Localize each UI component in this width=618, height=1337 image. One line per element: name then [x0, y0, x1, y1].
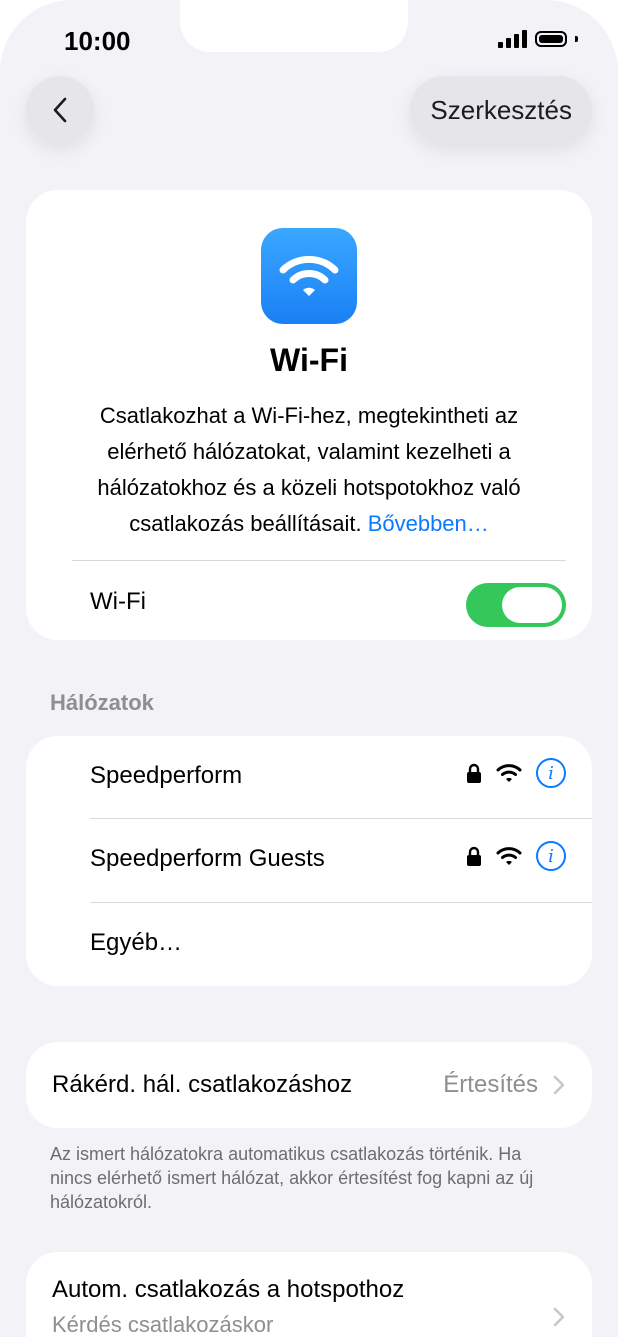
chevron-left-icon	[53, 97, 67, 123]
auto-join-hotspot-row[interactable]: Autom. csatlakozás a hotspothoz Kérdés c…	[26, 1252, 592, 1337]
network-row[interactable]: Speedperform Guests i	[26, 819, 592, 902]
wifi-toggle[interactable]	[466, 583, 566, 627]
ask-to-join-row[interactable]: Rákérd. hál. csatlakozáshoz Értesítés	[26, 1042, 592, 1128]
wifi-app-icon	[261, 228, 357, 324]
info-icon[interactable]: i	[536, 841, 566, 871]
device-notch	[180, 0, 408, 52]
other-network-row[interactable]: Egyéb…	[26, 903, 592, 986]
ask-to-join-footnote: Az ismert hálózatokra automatikus csatla…	[50, 1144, 534, 1212]
edit-button[interactable]: Szerkesztés	[410, 76, 592, 144]
lock-icon	[467, 763, 481, 783]
network-name: Speedperform	[90, 762, 243, 789]
auto-join-hotspot-value: Kérdés csatlakozáskor	[52, 1312, 274, 1337]
lock-icon	[467, 846, 481, 866]
wifi-description: Csatlakozhat a Wi-Fi-hez, megtekintheti …	[66, 398, 552, 542]
wifi-info-card: Wi-Fi Csatlakozhat a Wi-Fi-hez, megtekin…	[26, 190, 592, 640]
network-row[interactable]: Speedperform i	[26, 736, 592, 819]
wifi-signal-icon	[496, 847, 522, 865]
wifi-signal-icon	[496, 764, 522, 782]
network-icons: i	[466, 758, 566, 788]
ask-to-join-label: Rákérd. hál. csatlakozáshoz	[52, 1071, 353, 1098]
page-title: Wi-Fi	[270, 342, 348, 378]
chevron-right-icon	[553, 1075, 565, 1095]
network-name: Speedperform Guests	[90, 845, 325, 872]
learn-more-link[interactable]: Bővebben…	[368, 511, 489, 536]
auto-join-hotspot-label: Autom. csatlakozás a hotspothoz	[52, 1276, 405, 1303]
status-indicators	[498, 30, 578, 48]
info-icon[interactable]: i	[536, 758, 566, 788]
toggle-knob	[502, 587, 562, 623]
wifi-toggle-label: Wi-Fi	[90, 588, 146, 615]
wifi-icon	[279, 255, 339, 296]
divider	[72, 560, 566, 561]
back-button[interactable]	[26, 76, 94, 144]
networks-header: Hálózatok	[50, 690, 154, 715]
battery-nub	[575, 36, 578, 42]
status-time: 10:00	[64, 26, 131, 56]
other-network-label: Egyéb…	[90, 929, 183, 956]
chevron-right-icon	[553, 1307, 565, 1327]
cellular-signal-icon	[498, 30, 527, 48]
settings-screen: 10:00 Szerkesztés Wi-Fi Csatlakozhat a W…	[0, 0, 618, 1337]
battery-icon	[535, 31, 567, 47]
networks-list: Speedperform i Speedperform Guests i Egy…	[26, 736, 592, 986]
ask-to-join-value: Értesítés	[443, 1071, 538, 1098]
network-icons: i	[466, 841, 566, 871]
